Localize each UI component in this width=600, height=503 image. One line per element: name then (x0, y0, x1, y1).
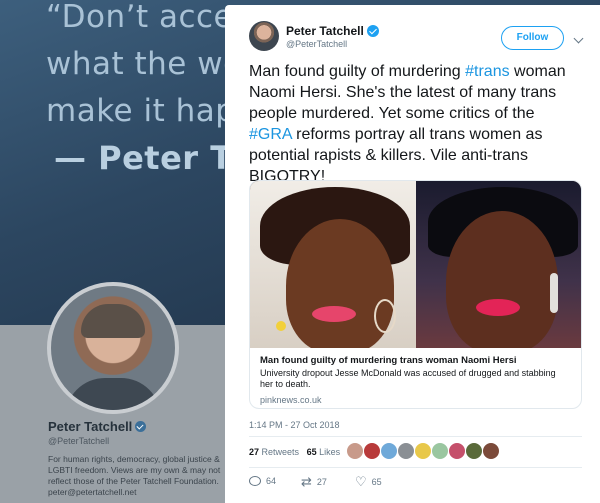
profile-bio-line: reflect those of the Peter Tatchell Foun… (48, 476, 219, 486)
liker-avatar[interactable] (397, 442, 415, 460)
link-preview-description: University dropout Jesse McDonald was ac… (260, 368, 556, 389)
liker-avatar[interactable] (448, 442, 466, 460)
retweet-icon: ⇄ (301, 474, 312, 489)
verified-badge-icon (135, 421, 147, 432)
profile-name[interactable]: Peter Tatchell (48, 419, 147, 434)
profile-name-text: Peter Tatchell (48, 419, 133, 434)
link-preview-body: Man found guilty of murdering trans woma… (250, 348, 581, 408)
profile-bio-line: For human rights, democracy, global just… (48, 454, 220, 464)
divider (249, 436, 582, 437)
link-preview-domain: pinknews.co.uk (260, 395, 322, 405)
like-icon: ♡ (355, 474, 367, 489)
liker-avatar[interactable] (431, 442, 449, 460)
hashtag-link[interactable]: #trans (465, 63, 509, 80)
liker-avatar[interactable] (380, 442, 398, 460)
reply-icon (249, 476, 261, 486)
retweet-action-count: 27 (316, 477, 327, 487)
reply-count: 64 (266, 476, 277, 486)
like-count-link[interactable]: 65 Likes (307, 447, 341, 457)
tweet-author-name[interactable]: Peter Tatchell (286, 24, 379, 38)
tweet-timestamp[interactable]: 1:14 PM - 27 Oct 2018 (249, 420, 340, 430)
profile-avatar[interactable] (47, 282, 179, 414)
tweet-text: Man found guilty of murdering #trans wom… (249, 61, 579, 187)
hashtag-link[interactable]: #GRA (249, 126, 292, 143)
link-preview-title: Man found guilty of murdering trans woma… (260, 355, 517, 366)
tweet-author-handle[interactable]: @PeterTatchell (286, 39, 347, 49)
link-preview-image (250, 181, 581, 348)
link-preview-card[interactable]: Man found guilty of murdering trans woma… (249, 180, 582, 409)
tweet-text-part: Man found guilty of murdering (249, 63, 466, 80)
tweet-author-avatar[interactable] (249, 21, 279, 51)
profile-handle: @PeterTatchell (48, 436, 110, 446)
like-count-label: Likes (319, 447, 341, 457)
like-action-count: 65 (371, 477, 382, 487)
retweet-count-label: Retweets (261, 447, 300, 457)
profile-email-link[interactable]: peter@petertatchell.net (48, 487, 224, 498)
like-button[interactable]: ♡ 65 (355, 474, 382, 489)
liker-avatar[interactable] (482, 442, 500, 460)
liker-avatar[interactable] (346, 442, 364, 460)
verified-badge-icon (366, 25, 379, 37)
retweet-button[interactable]: ⇄ 27 (301, 474, 327, 489)
retweet-count-link[interactable]: 27 Retweets (249, 447, 299, 457)
liker-avatar[interactable] (465, 442, 483, 460)
tweet-stats: 27 Retweets 65 Likes (249, 447, 340, 457)
liker-avatar[interactable] (414, 442, 432, 460)
retweet-count: 27 (249, 447, 260, 457)
tweet-author-name-text: Peter Tatchell (286, 24, 364, 38)
profile-bio: For human rights, democracy, global just… (48, 454, 224, 498)
follow-button[interactable]: Follow (501, 26, 564, 50)
liker-avatar[interactable] (363, 442, 381, 460)
profile-bio-line: LGBTI freedom. Views are my own & may no… (48, 465, 221, 475)
tweet-actions: 64 ⇄ 27 ♡ 65 (249, 474, 579, 496)
divider (249, 467, 582, 468)
like-count: 65 (306, 447, 317, 457)
reply-button[interactable]: 64 (249, 476, 276, 486)
chevron-down-icon[interactable] (573, 33, 584, 44)
tweet-card: Peter Tatchell @PeterTatchell Follow Man… (225, 5, 600, 503)
tweet-text-part: reforms portray all trans women as poten… (249, 126, 543, 185)
